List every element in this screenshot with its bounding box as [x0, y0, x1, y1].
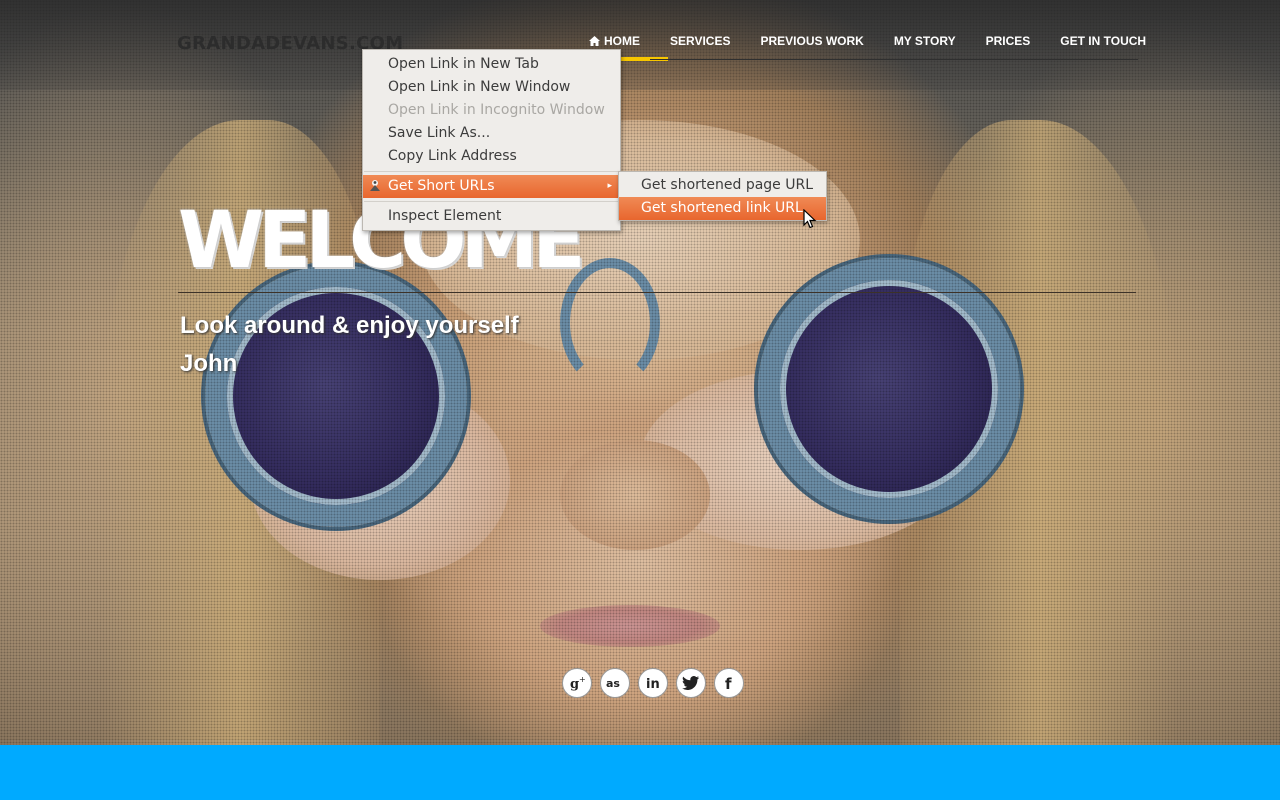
facebook-icon: f — [725, 675, 732, 693]
svg-text:f: f — [725, 675, 732, 693]
twitter-icon — [682, 676, 699, 690]
facebook-link[interactable]: f — [714, 668, 744, 698]
main-nav: HOME SERVICES PREVIOUS WORK MY STORY PRI… — [574, 26, 1161, 61]
hero-subtitle: Look around & enjoy yourself — [180, 312, 519, 339]
google-plus-link[interactable]: g + — [562, 668, 592, 698]
nav-home-label: HOME — [604, 34, 640, 48]
context-menu: Open Link in New Tab Open Link in New Wi… — [362, 49, 621, 231]
menu-separator — [364, 171, 619, 172]
nav-services[interactable]: SERVICES — [655, 26, 745, 60]
svg-text:in: in — [646, 677, 660, 692]
svg-text:g: g — [570, 677, 579, 692]
lastfm-link[interactable]: as — [600, 668, 630, 698]
nav-get-in-touch[interactable]: GET IN TOUCH — [1045, 26, 1161, 60]
footer-bar — [0, 745, 1280, 800]
google-plus-icon: g + — [570, 675, 586, 692]
nav-previous-work[interactable]: PREVIOUS WORK — [745, 26, 878, 60]
extension-icon — [370, 180, 380, 191]
menu-open-new-tab[interactable]: Open Link in New Tab — [363, 53, 620, 76]
nav-my-story[interactable]: MY STORY — [879, 26, 971, 60]
welcome-divider — [178, 292, 1136, 293]
short-urls-submenu: Get shortened page URL Get shortened lin… — [618, 171, 827, 221]
submenu-shortened-page-url[interactable]: Get shortened page URL — [619, 174, 826, 197]
menu-inspect-element[interactable]: Inspect Element — [363, 205, 620, 228]
nav-divider — [650, 59, 1138, 60]
menu-separator — [364, 201, 619, 202]
linkedin-icon: in — [646, 677, 660, 692]
menu-get-short-urls[interactable]: Get Short URLs ▸ — [363, 175, 620, 198]
menu-save-link-as[interactable]: Save Link As... — [363, 122, 620, 145]
lastfm-icon: as — [606, 677, 620, 690]
menu-get-short-urls-label: Get Short URLs — [388, 178, 495, 194]
hero-author: John — [180, 350, 238, 377]
svg-text:+: + — [579, 675, 586, 684]
menu-open-incognito: Open Link in Incognito Window — [388, 102, 605, 118]
menu-open-new-window[interactable]: Open Link in New Window — [363, 76, 620, 99]
mouse-cursor-icon — [803, 209, 817, 229]
social-links: g + as in f — [562, 668, 744, 698]
nav-prices[interactable]: PRICES — [971, 26, 1046, 60]
twitter-link[interactable] — [676, 668, 706, 698]
svg-text:as: as — [606, 677, 620, 690]
submenu-arrow-icon: ▸ — [607, 181, 612, 191]
home-icon — [589, 36, 600, 46]
menu-copy-link-address[interactable]: Copy Link Address — [363, 145, 620, 168]
submenu-shortened-link-url[interactable]: Get shortened link URL — [619, 197, 826, 220]
linkedin-link[interactable]: in — [638, 668, 668, 698]
